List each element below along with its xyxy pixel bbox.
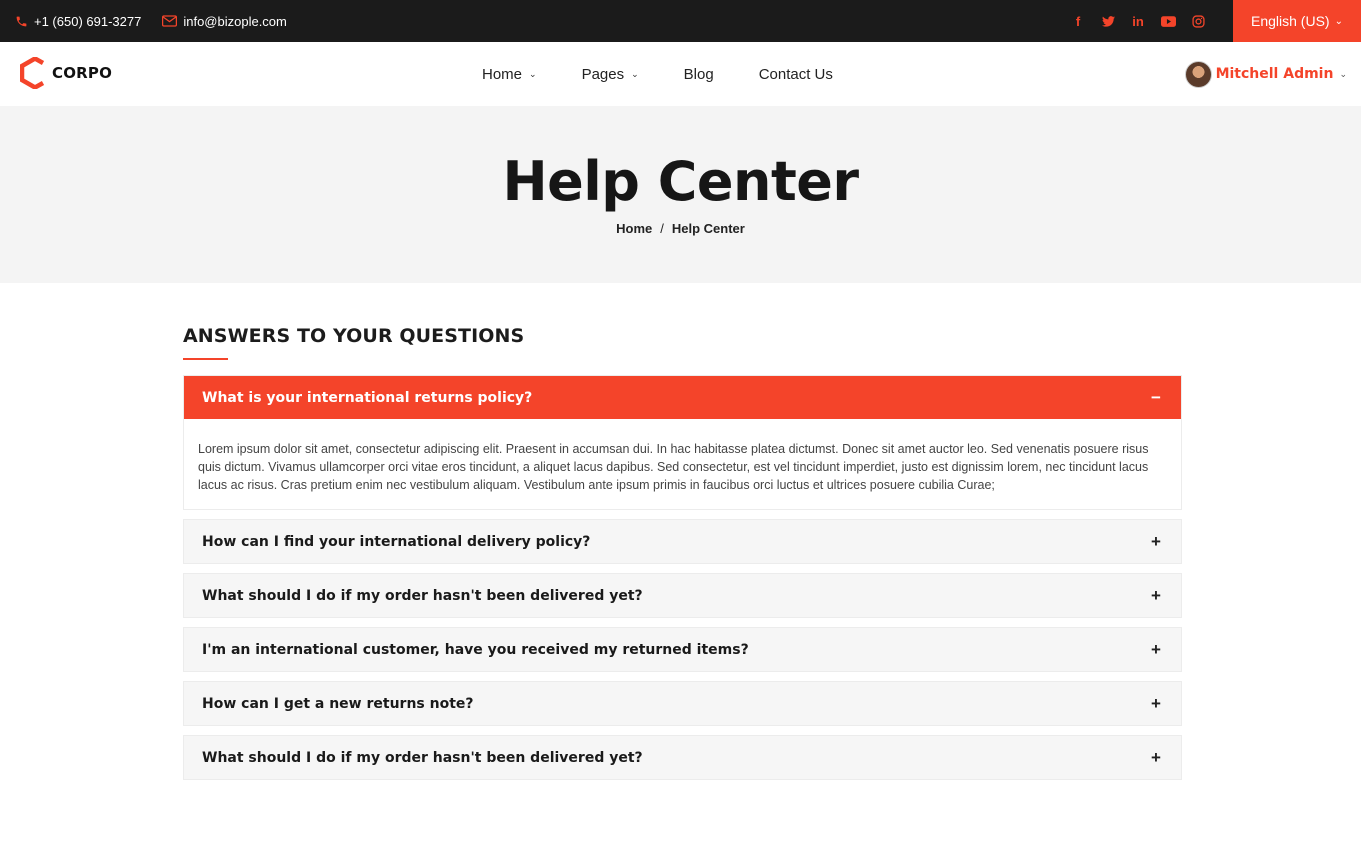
main-header: CORPO Home ⌄ Pages ⌄ Blog Contact Us Mit… xyxy=(0,42,1361,106)
site-logo[interactable]: CORPO xyxy=(20,57,112,89)
breadcrumb-current: Help Center xyxy=(671,221,745,236)
breadcrumb-home[interactable]: Home xyxy=(616,221,652,236)
instagram-icon[interactable] xyxy=(1183,14,1213,28)
faq-question: What should I do if my order hasn't been… xyxy=(202,587,643,604)
chevron-down-icon: ⌄ xyxy=(529,68,537,79)
faq-question: How can I find your international delive… xyxy=(202,533,591,550)
page-title: Help Center xyxy=(502,150,859,213)
faq-question-header[interactable]: What should I do if my order hasn't been… xyxy=(184,574,1181,617)
user-menu[interactable]: Mitchell Admin ⌄ xyxy=(1184,42,1347,106)
linkedin-icon[interactable]: in xyxy=(1123,14,1153,29)
chevron-down-icon: ⌄ xyxy=(631,68,639,79)
envelope-icon xyxy=(162,15,178,27)
breadcrumb: Home / Help Center xyxy=(0,221,1361,236)
email-address: info@bizople.com xyxy=(183,13,287,29)
faq-item: What should I do if my order hasn't been… xyxy=(183,573,1182,618)
faq-question-header[interactable]: What is your international returns polic… xyxy=(184,376,1181,419)
faq-question-header[interactable]: How can I get a new returns note? + xyxy=(184,682,1181,725)
logo-text: CORPO xyxy=(52,64,113,82)
faq-answer: Lorem ipsum dolor sit amet, consectetur … xyxy=(184,419,1181,509)
faq-question-header[interactable]: How can I find your international delive… xyxy=(184,520,1181,563)
faq-item: I'm an international customer, have you … xyxy=(183,627,1182,672)
social-links: f in xyxy=(1063,0,1213,42)
faq-question-header[interactable]: What should I do if my order hasn't been… xyxy=(184,736,1181,779)
logo-mark-icon xyxy=(20,57,45,89)
faq-item: How can I find your international delive… xyxy=(183,519,1182,564)
faq-item: What is your international returns polic… xyxy=(183,375,1182,510)
plus-icon: + xyxy=(1151,585,1161,605)
plus-icon: + xyxy=(1151,747,1161,767)
nav-item-label: Blog xyxy=(683,65,714,83)
section-title-underline xyxy=(183,358,228,360)
nav-item-contact-us[interactable]: Contact Us xyxy=(759,66,833,83)
faq-item: What should I do if my order hasn't been… xyxy=(183,735,1182,780)
faq-item: How can I get a new returns note? + xyxy=(183,681,1182,726)
page-hero: Help Center Home / Help Center xyxy=(0,106,1361,283)
section-title: ANSWERS TO YOUR QUESTIONS xyxy=(183,325,525,347)
breadcrumb-separator: / xyxy=(660,221,664,236)
nav-item-label: Contact Us xyxy=(758,65,833,83)
phone-number: +1 (650) 691-3277 xyxy=(34,13,142,29)
phone-link[interactable]: +1 (650) 691-3277 xyxy=(15,14,141,29)
faq-question: What should I do if my order hasn't been… xyxy=(202,749,643,766)
avatar xyxy=(1184,60,1212,88)
main-nav: Home ⌄ Pages ⌄ Blog Contact Us xyxy=(482,42,878,106)
user-name: Mitchell Admin xyxy=(1215,66,1334,82)
plus-icon: + xyxy=(1151,531,1161,551)
faq-question: I'm an international customer, have you … xyxy=(202,641,749,658)
plus-icon: + xyxy=(1151,639,1161,659)
contact-info: +1 (650) 691-3277 info@bizople.com xyxy=(15,0,308,42)
nav-item-pages[interactable]: Pages ⌄ xyxy=(582,66,639,83)
faq-accordion: What is your international returns polic… xyxy=(183,375,1182,789)
language-label: English (US) xyxy=(1251,13,1330,29)
youtube-icon[interactable] xyxy=(1153,15,1183,27)
twitter-icon[interactable] xyxy=(1093,15,1123,27)
phone-icon xyxy=(16,16,27,26)
nav-item-label: Pages xyxy=(581,65,625,83)
language-selector[interactable]: English (US) ⌄ xyxy=(1233,0,1361,42)
faq-question: How can I get a new returns note? xyxy=(202,695,474,712)
nav-item-label: Home xyxy=(482,65,523,83)
facebook-icon[interactable]: f xyxy=(1063,14,1093,29)
plus-icon: + xyxy=(1151,693,1161,713)
nav-item-blog[interactable]: Blog xyxy=(684,66,714,83)
minus-icon: − xyxy=(1151,387,1161,407)
chevron-down-icon: ⌄ xyxy=(1334,15,1343,27)
chevron-down-icon: ⌄ xyxy=(1339,68,1347,79)
faq-question-header[interactable]: I'm an international customer, have you … xyxy=(184,628,1181,671)
email-link[interactable]: info@bizople.com xyxy=(162,14,287,29)
top-bar: +1 (650) 691-3277 info@bizople.com f in … xyxy=(0,0,1361,42)
nav-item-home[interactable]: Home ⌄ xyxy=(482,66,537,83)
faq-question: What is your international returns polic… xyxy=(202,389,533,406)
